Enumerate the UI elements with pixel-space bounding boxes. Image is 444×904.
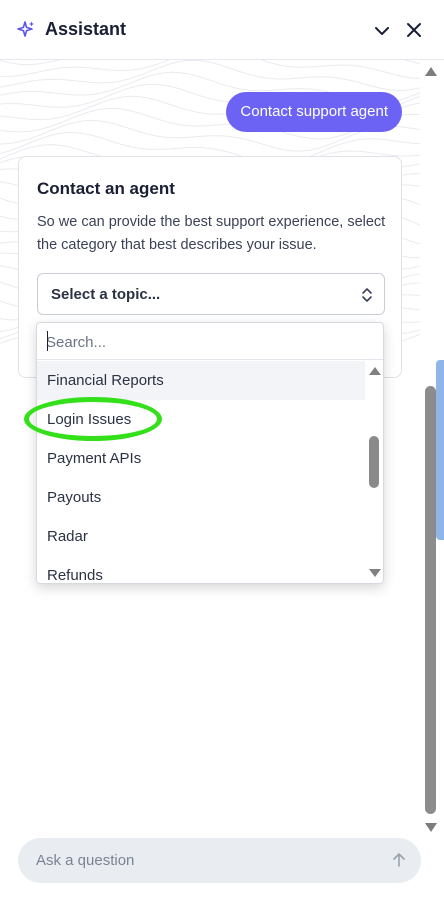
ask-question-box[interactable] [18, 838, 421, 883]
option-radar[interactable]: Radar [37, 517, 365, 556]
topic-dropdown: Financial Reports Login Issues Payment A… [36, 322, 384, 584]
wave-line [0, 60, 420, 79]
card-title: Contact an agent [37, 179, 175, 198]
option-payment-apis[interactable]: Payment APIs [37, 439, 365, 478]
chevron-updown-icon [362, 288, 372, 302]
text-cursor [47, 331, 48, 351]
arrow-up-send-icon[interactable] [391, 852, 407, 868]
option-payouts[interactable]: Payouts [37, 478, 365, 517]
option-login-issues[interactable]: Login Issues [37, 400, 365, 439]
sparkle-icon [17, 21, 34, 37]
scroll-down-arrow-icon[interactable] [425, 823, 437, 832]
wave-line [0, 60, 420, 92]
dropdown-scroll-down-icon[interactable] [369, 569, 381, 577]
card-description: So we can provide the best support exper… [37, 214, 386, 253]
assistant-title: Assistant [45, 19, 127, 39]
topic-options-list: Financial Reports Login Issues Payment A… [37, 361, 365, 583]
user-message-bubble: Contact support agent [226, 92, 402, 132]
topic-search-input[interactable] [46, 329, 366, 355]
assistant-footer [0, 832, 444, 904]
scrollbar-thumb[interactable] [425, 386, 436, 814]
assistant-header: Assistant [0, 0, 444, 60]
background-edge-decoration [436, 360, 444, 540]
option-refunds[interactable]: Refunds [37, 556, 365, 583]
scroll-up-arrow-icon[interactable] [425, 67, 437, 76]
dropdown-search-wrapper [37, 323, 383, 360]
assistant-panel: Assistant Contact support agent Contact … [0, 0, 444, 904]
ask-question-input[interactable] [36, 848, 376, 872]
chevron-down-icon[interactable] [372, 21, 392, 41]
dropdown-scrollbar-thumb[interactable] [369, 436, 379, 488]
topic-select-value: Select a topic... [51, 286, 161, 303]
dropdown-scrollbar[interactable] [365, 361, 383, 583]
option-financial-reports[interactable]: Financial Reports [37, 361, 365, 400]
topic-select[interactable]: Select a topic... [37, 273, 385, 315]
close-icon[interactable] [404, 20, 424, 40]
dropdown-scroll-up-icon[interactable] [369, 367, 381, 375]
